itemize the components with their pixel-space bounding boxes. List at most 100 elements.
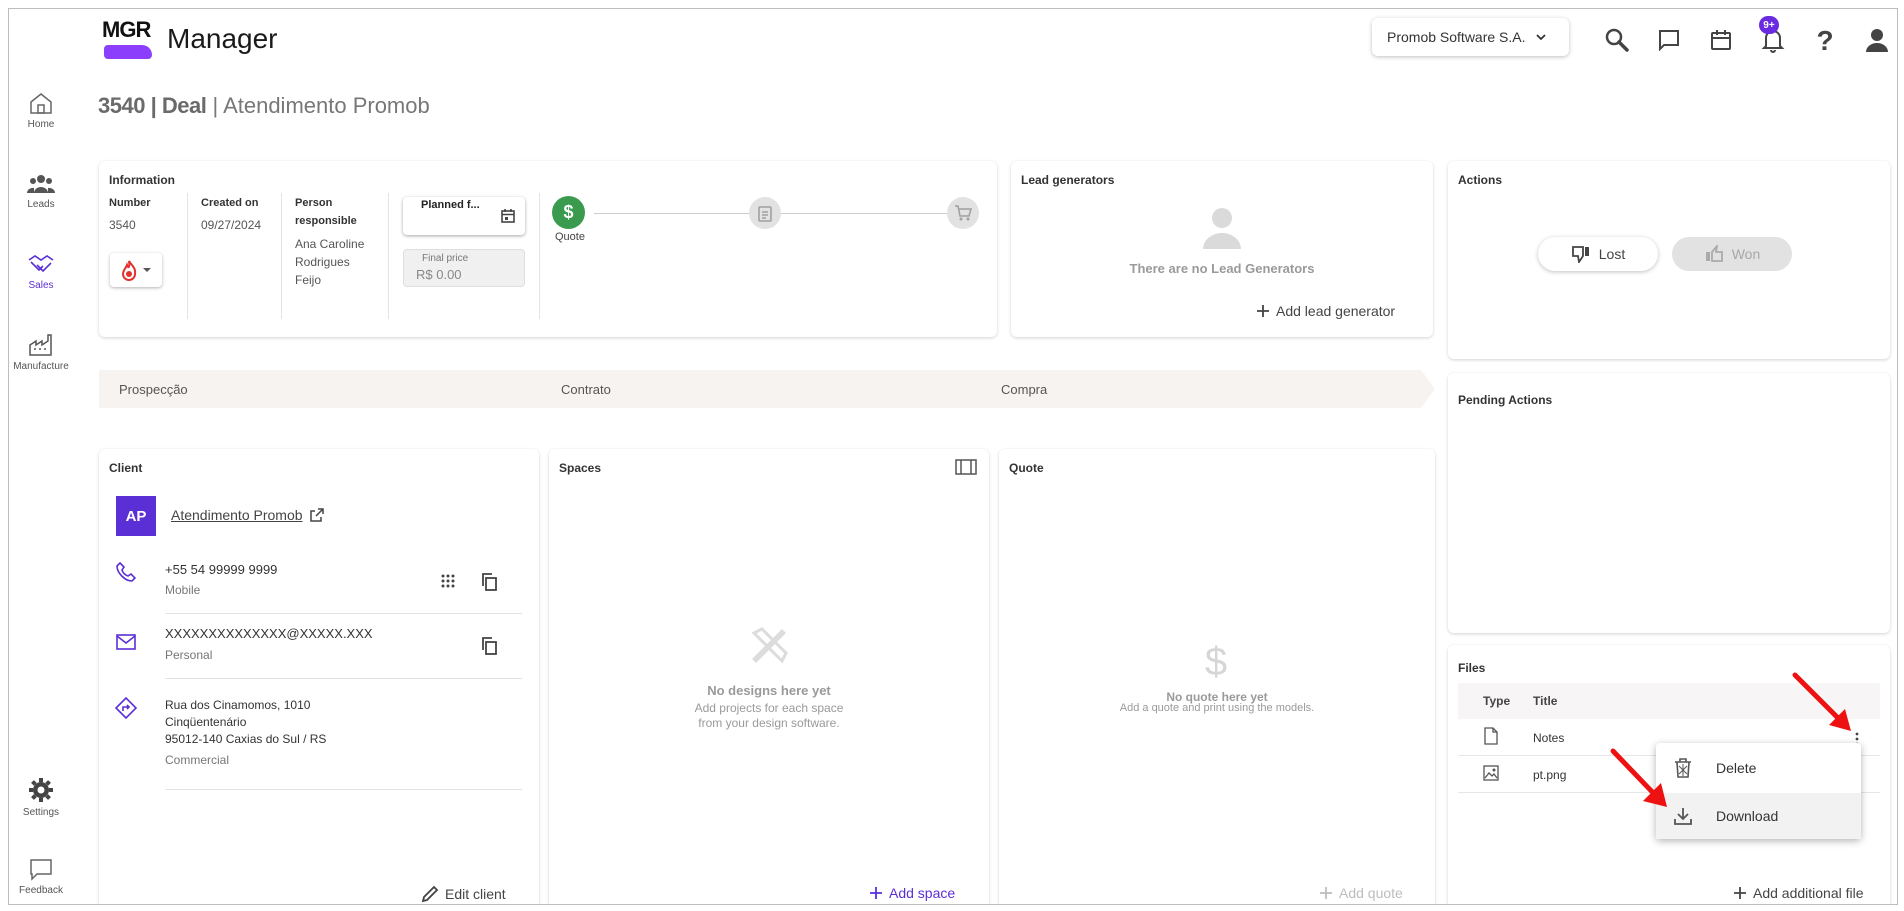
thumbs-up-icon: [1705, 245, 1723, 262]
created-label: Created on: [201, 197, 259, 209]
add-quote-button: Add quote: [1319, 885, 1403, 901]
information-card: Information Number 3540 Created on 09/27…: [99, 161, 997, 337]
add-lead-generator-button[interactable]: Add lead generator: [1256, 303, 1395, 319]
divider: [165, 678, 522, 679]
company-selector[interactable]: Promob Software S.A.: [1372, 18, 1569, 56]
planned-date-field[interactable]: Planned f...: [403, 197, 525, 235]
dialpad-icon[interactable]: [440, 573, 456, 591]
divider: [165, 789, 522, 790]
logo-shape: [104, 45, 152, 59]
file-context-menu: Delete Download: [1656, 743, 1861, 839]
sidebar-item-manufacture[interactable]: Manufacture: [9, 333, 73, 372]
actions-card: Actions Lost Won: [1448, 161, 1890, 359]
number-label: Number: [109, 197, 151, 209]
download-icon: [1674, 808, 1692, 825]
temperature-selector[interactable]: [110, 253, 162, 287]
sidebar-item-home[interactable]: Home: [9, 91, 73, 130]
client-phone: +55 54 99999 9999: [165, 562, 278, 577]
spaces-hint: Add projects for each space from your des…: [694, 701, 844, 730]
plus-icon: [870, 887, 882, 899]
sidebar-item-sales[interactable]: Sales: [9, 252, 73, 291]
help-icon: ?: [1816, 27, 1833, 53]
calendar-icon: [1711, 30, 1731, 50]
quote-step-label: Quote: [555, 231, 585, 243]
information-title: Information: [109, 173, 175, 187]
panel-toggle-icon[interactable]: [955, 459, 977, 475]
add-space-button[interactable]: Add space: [869, 885, 955, 901]
logo-text: MGR: [102, 17, 151, 42]
sidebar-item-label: Manufacture: [13, 361, 69, 372]
home-icon: [30, 93, 52, 114]
client-email-type: Personal: [165, 648, 213, 662]
notification-badge: 9+: [1759, 16, 1779, 34]
client-phone-type: Mobile: [165, 583, 201, 597]
stage-prospeccao[interactable]: Prospecção: [99, 370, 559, 408]
deal-type: Deal: [161, 93, 207, 118]
lost-button[interactable]: Lost: [1538, 237, 1658, 271]
handshake-icon: [28, 255, 54, 273]
stage-contrato[interactable]: Contrato: [541, 370, 999, 408]
delete-menu-item[interactable]: Delete: [1656, 745, 1861, 791]
created-value: 09/27/2024: [201, 218, 262, 232]
purchase-step[interactable]: [947, 197, 979, 229]
annotation-arrow-icon: [1610, 748, 1667, 807]
person-placeholder-icon: [1203, 208, 1241, 249]
client-name-link[interactable]: Atendimento Promob: [171, 507, 325, 523]
person-label: Person responsible: [295, 197, 357, 227]
quote-step[interactable]: $: [552, 196, 585, 229]
copy-icon[interactable]: [481, 573, 497, 591]
calendar-icon[interactable]: [500, 208, 516, 224]
messages-button[interactable]: [1653, 24, 1685, 56]
col-type: Type: [1483, 694, 1511, 708]
divider: [539, 193, 540, 319]
edit-client-button[interactable]: Edit client: [421, 885, 506, 903]
user-icon: [1866, 29, 1888, 52]
image-icon: [1483, 765, 1499, 781]
sidebar-item-settings[interactable]: Settings: [9, 777, 73, 818]
sidebar-item-feedback[interactable]: Feedback: [9, 857, 73, 896]
logo[interactable]: MGR: [102, 17, 158, 59]
dollar-icon: $: [1205, 641, 1227, 681]
search-button[interactable]: [1601, 24, 1633, 56]
client-card: Client AP Atendimento Promob +55 54 9999…: [99, 449, 539, 904]
people-icon: [27, 175, 55, 193]
quote-card: Quote $ No quote here yet Add a quote an…: [999, 449, 1435, 904]
number-value: 3540: [109, 218, 136, 232]
sidebar-item-label: Leads: [27, 199, 55, 210]
phone-icon: [116, 561, 137, 582]
download-menu-item[interactable]: Download: [1656, 793, 1861, 839]
file-icon: [1484, 727, 1498, 745]
trash-icon: [1675, 758, 1691, 778]
app-title: Manager: [167, 23, 278, 54]
final-price-field: Final price R$ 0.00: [403, 249, 525, 287]
page-title: 3540 | Deal | Atendimento Promob: [98, 93, 430, 118]
help-button[interactable]: ?: [1809, 24, 1841, 56]
divider: [187, 193, 188, 319]
won-button: Won: [1672, 237, 1792, 271]
order-step[interactable]: [749, 197, 781, 229]
col-title: Title: [1533, 694, 1558, 708]
stage-compra[interactable]: Compra: [981, 370, 1435, 408]
actions-title: Actions: [1458, 173, 1503, 187]
calendar-button[interactable]: [1705, 24, 1737, 56]
email-icon: [116, 634, 136, 650]
sidebar-item-leads[interactable]: Leads: [9, 173, 73, 210]
add-additional-file-button[interactable]: Add additional file: [1733, 885, 1864, 901]
profile-button[interactable]: [1861, 24, 1893, 56]
gear-icon: [29, 778, 53, 802]
quote-hint: Add a quote and print using the models.: [1119, 702, 1315, 714]
spaces-title: Spaces: [559, 461, 602, 475]
hot-lead-icon: [121, 260, 137, 281]
copy-icon[interactable]: [481, 637, 497, 655]
file-title: pt.png: [1533, 768, 1567, 782]
directions-icon: [115, 697, 137, 719]
clipboard-icon: [758, 206, 772, 222]
client-email: XXXXXXXXXXXXXX@XXXXX.XXX: [165, 626, 373, 641]
divider: [165, 613, 522, 614]
caret-down-icon: [143, 268, 151, 272]
lead-generators-card: Lead generators There are no Lead Genera…: [1011, 161, 1433, 337]
thumbs-down-icon: [1571, 246, 1589, 263]
factory-icon: [29, 334, 52, 356]
lead-generators-title: Lead generators: [1021, 173, 1115, 187]
divider: [388, 193, 389, 319]
